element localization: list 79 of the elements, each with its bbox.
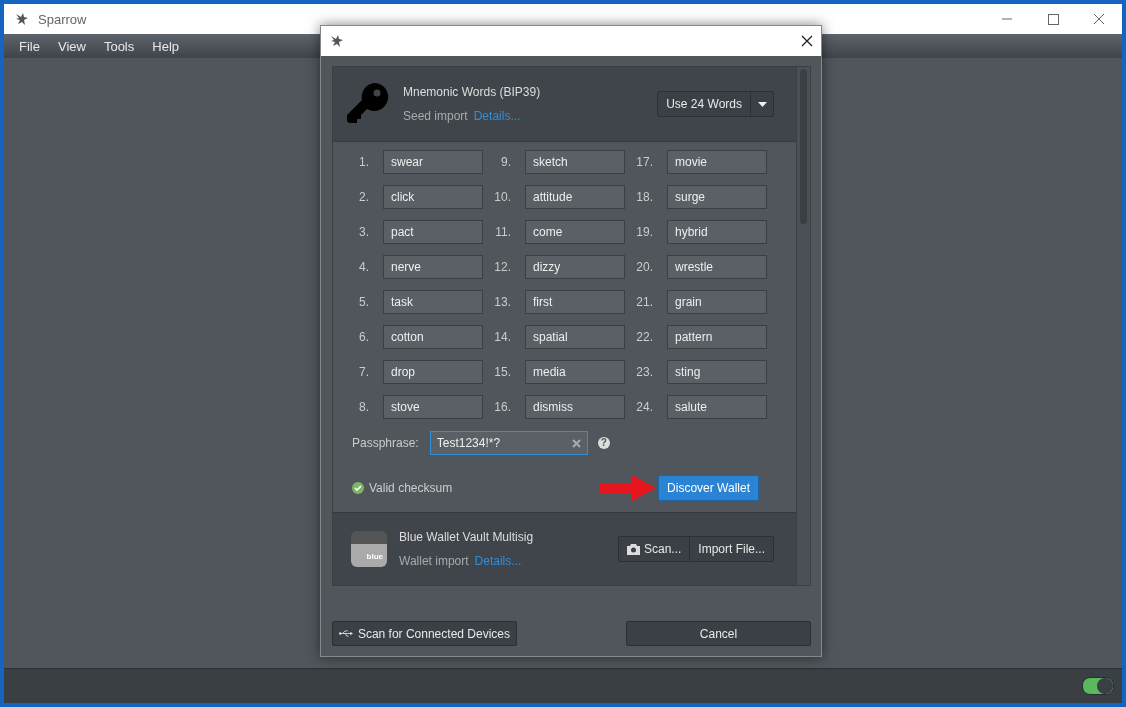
discover-wallet-button[interactable]: Discover Wallet: [658, 475, 759, 501]
word-field[interactable]: media: [525, 360, 625, 384]
word-field[interactable]: task: [383, 290, 483, 314]
word-field[interactable]: sting: [667, 360, 767, 384]
word-count-label: Use 24 Words: [665, 96, 743, 113]
word-field[interactable]: dismiss: [525, 395, 625, 419]
toggle-switch[interactable]: [1082, 677, 1114, 695]
word-number: 7.: [358, 365, 370, 379]
word-number: 1.: [358, 155, 370, 169]
word-number: 16.: [493, 400, 512, 414]
word-number: 14.: [493, 330, 512, 344]
word-field[interactable]: click: [383, 185, 483, 209]
word-number: 19.: [635, 225, 654, 239]
word-field[interactable]: wrestle: [667, 255, 767, 279]
word-number: 3.: [358, 225, 370, 239]
menu-item[interactable]: Help: [143, 38, 188, 54]
word-field[interactable]: attitude: [525, 185, 625, 209]
scan-button[interactable]: Scan...: [618, 537, 690, 561]
word-number: 12.: [493, 260, 512, 274]
word-field[interactable]: pact: [383, 220, 483, 244]
section-subtitle: Seed import: [403, 109, 468, 123]
cancel-button[interactable]: Cancel: [626, 621, 811, 646]
word-field[interactable]: pattern: [667, 325, 767, 349]
camera-icon: [626, 543, 640, 555]
word-number: 15.: [493, 365, 512, 379]
section-title: Blue Wallet Vault Multisig: [399, 530, 534, 544]
menu-item[interactable]: View: [48, 38, 95, 54]
passphrase-label: Passphrase:: [352, 436, 419, 450]
app-logo-icon: [14, 11, 30, 27]
word-number: 11.: [494, 225, 512, 239]
word-number: 22.: [635, 330, 654, 344]
section-title: Mnemonic Words (BIP39): [403, 85, 541, 99]
word-number: 4.: [358, 260, 370, 274]
word-field[interactable]: swear: [383, 150, 483, 174]
word-number: 24.: [635, 400, 654, 414]
word-count-dropdown[interactable]: Use 24 Words: [657, 91, 774, 117]
close-icon[interactable]: [801, 35, 813, 47]
word-field[interactable]: first: [525, 290, 625, 314]
word-field[interactable]: hybrid: [667, 220, 767, 244]
word-number: 2.: [358, 190, 370, 204]
usb-icon: [339, 629, 353, 638]
pointer-arrow: [600, 475, 657, 501]
word-field[interactable]: grain: [667, 290, 767, 314]
word-field[interactable]: dizzy: [525, 255, 625, 279]
clear-icon[interactable]: [571, 438, 581, 448]
word-number: 13.: [493, 295, 512, 309]
passphrase-field[interactable]: Test1234!*?: [429, 431, 588, 455]
word-field[interactable]: sketch: [525, 150, 625, 174]
word-number: 5.: [358, 295, 370, 309]
word-field[interactable]: come: [525, 220, 625, 244]
word-number: 8.: [358, 400, 370, 414]
word-field[interactable]: stove: [383, 395, 483, 419]
import-file-button[interactable]: Import File...: [689, 537, 773, 561]
word-number: 10.: [493, 190, 512, 204]
menu-item[interactable]: Tools: [94, 38, 144, 54]
menu-item[interactable]: File: [10, 38, 49, 54]
word-number: 18.: [635, 190, 654, 204]
word-field[interactable]: surge: [667, 185, 767, 209]
word-number: 20.: [635, 260, 654, 274]
word-field[interactable]: nerve: [383, 255, 483, 279]
word-field[interactable]: spatial: [525, 325, 625, 349]
word-field[interactable]: salute: [667, 395, 767, 419]
wallet-logo: blue: [351, 531, 387, 567]
caret-icon: [757, 101, 767, 107]
word-number: 9.: [500, 155, 512, 169]
checksum-status: Valid checksum: [369, 481, 453, 495]
scan-devices-button[interactable]: Scan for Connected Devices: [332, 621, 517, 646]
word-number: 23.: [635, 365, 654, 379]
section-subtitle: Wallet import: [399, 554, 469, 568]
app-logo-icon: [329, 33, 345, 49]
word-field[interactable]: movie: [667, 150, 767, 174]
word-number: 17.: [635, 155, 654, 169]
word-number: 21.: [635, 295, 654, 309]
word-number: 6.: [358, 330, 370, 344]
help-icon[interactable]: ?: [597, 437, 610, 449]
word-field[interactable]: drop: [383, 360, 483, 384]
word-field[interactable]: cotton: [383, 325, 483, 349]
window-title: Sparrow: [38, 11, 87, 27]
scrollbar[interactable]: [796, 67, 810, 585]
